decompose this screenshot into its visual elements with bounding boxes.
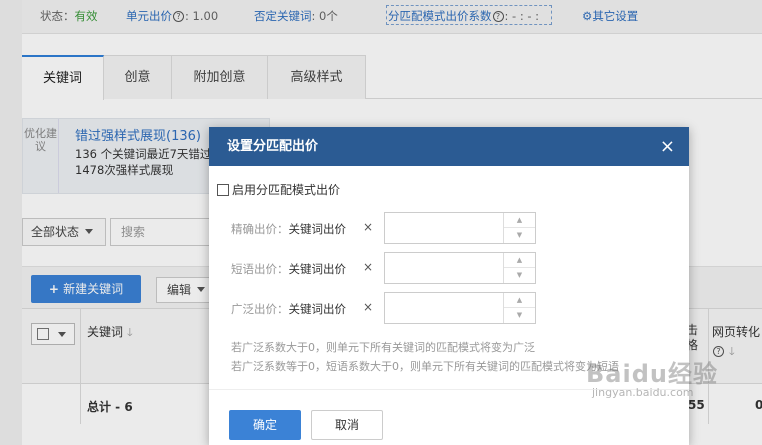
phrase-bid-stepper[interactable]: ▲ ▼ xyxy=(384,252,536,284)
exact-bid-label: 精确出价：关键词出价 xyxy=(231,221,346,237)
confirm-button[interactable]: 确定 xyxy=(229,410,301,440)
exact-bid-row: 精确出价：关键词出价 × ▲ ▼ xyxy=(231,212,651,244)
stepper-buttons: ▲ ▼ xyxy=(503,253,535,283)
decrement-icon[interactable]: ▼ xyxy=(504,308,535,323)
multiply-icon: × xyxy=(363,220,374,234)
row-label: 短语出价： xyxy=(231,262,289,276)
exact-bid-stepper[interactable]: ▲ ▼ xyxy=(384,212,536,244)
decrement-icon[interactable]: ▼ xyxy=(504,228,535,243)
phrase-bid-label: 短语出价：关键词出价 xyxy=(231,261,346,277)
broad-bid-stepper[interactable]: ▲ ▼ xyxy=(384,292,536,324)
increment-icon[interactable]: ▲ xyxy=(504,253,535,268)
increment-icon[interactable]: ▲ xyxy=(504,293,535,308)
close-icon[interactable]: × xyxy=(660,127,675,166)
dialog-title: 设置分匹配出价 xyxy=(227,139,319,154)
stepper-buttons: ▲ ▼ xyxy=(503,213,535,243)
multiply-icon: × xyxy=(363,300,374,314)
row-ref: 关键词出价 xyxy=(288,262,347,276)
dialog-header: 设置分匹配出价 × xyxy=(209,127,689,166)
row-label: 精确出价： xyxy=(231,222,289,236)
row-ref: 关键词出价 xyxy=(288,222,347,236)
enable-checkbox[interactable] xyxy=(217,184,229,196)
hint-text: 若广泛系数等于0，短语系数大于0，则单元下所有关键词的匹配模式将变为短语 xyxy=(231,360,619,373)
multiply-icon: × xyxy=(363,260,374,274)
enable-label[interactable]: 启用分匹配模式出价 xyxy=(232,183,340,197)
broad-bid-label: 广泛出价：关键词出价 xyxy=(231,301,346,317)
phrase-bid-row: 短语出价：关键词出价 × ▲ ▼ xyxy=(231,252,651,284)
cancel-button[interactable]: 取消 xyxy=(311,410,383,440)
row-label: 广泛出价： xyxy=(231,302,289,316)
match-bid-dialog: 设置分匹配出价 × 启用分匹配模式出价 精确出价：关键词出价 × ▲ ▼ 短语出… xyxy=(209,127,689,445)
decrement-icon[interactable]: ▼ xyxy=(504,268,535,283)
broad-bid-row: 广泛出价：关键词出价 × ▲ ▼ xyxy=(231,292,651,324)
stepper-buttons: ▲ ▼ xyxy=(503,293,535,323)
increment-icon[interactable]: ▲ xyxy=(504,213,535,228)
dialog-footer: 确定 取消 xyxy=(209,389,689,445)
row-ref: 关键词出价 xyxy=(288,302,347,316)
hint-text: 若广泛系数大于0，则单元下所有关键词的匹配模式将变为广泛 xyxy=(231,341,535,354)
enable-match-bid[interactable]: 启用分匹配模式出价 xyxy=(217,181,340,198)
